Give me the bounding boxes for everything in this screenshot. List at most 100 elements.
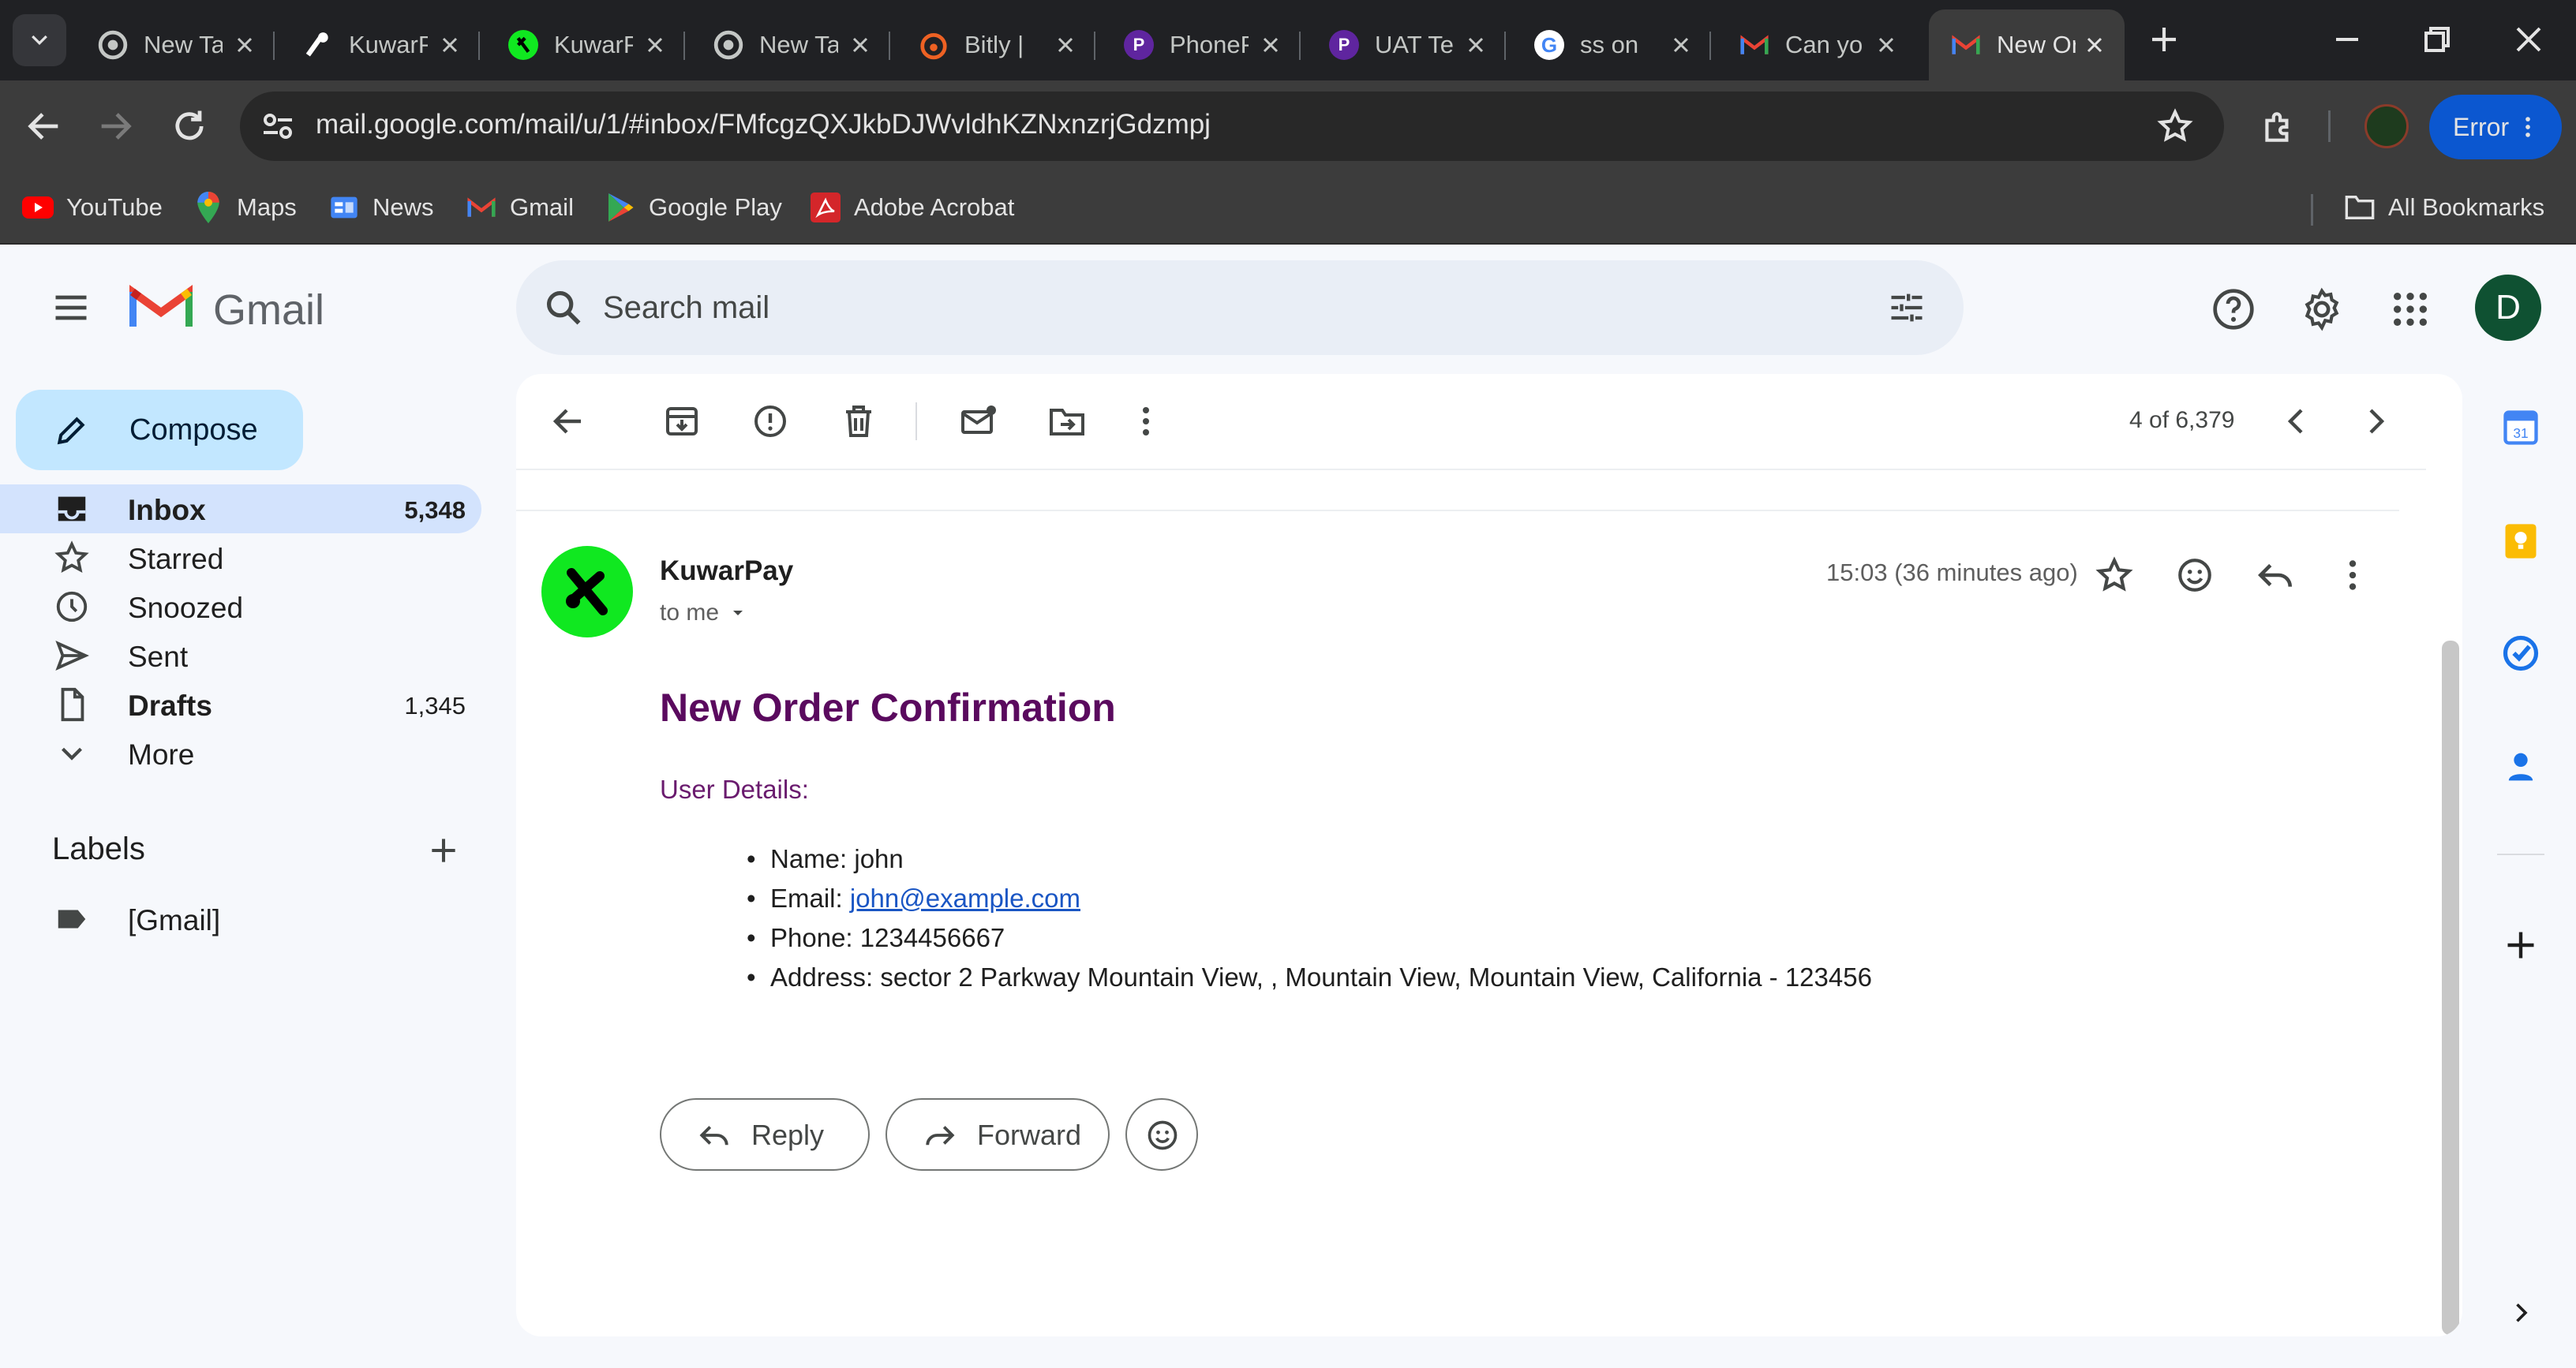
move-to-folder-icon[interactable] [1048, 402, 1086, 440]
archive-icon[interactable] [663, 402, 701, 440]
reload-icon[interactable] [169, 106, 210, 147]
sidebar-item-gmail-label[interactable]: [Gmail] [0, 895, 481, 944]
bookmark-adobe-acrobat[interactable]: Adobe Acrobat [810, 188, 1014, 227]
close-icon[interactable] [1672, 36, 1690, 54]
emoji-reaction-icon[interactable] [2175, 555, 2215, 595]
star-icon[interactable] [2095, 555, 2134, 595]
apps-grid-icon[interactable] [2388, 287, 2432, 331]
minimize-icon[interactable] [2328, 21, 2366, 58]
get-addons-plus-icon[interactable] [2499, 923, 2543, 967]
tasks-icon[interactable] [2499, 631, 2543, 675]
close-icon[interactable] [646, 36, 665, 54]
tab-new-tab-1[interactable]: New Tab [76, 9, 275, 80]
close-window-icon[interactable] [2510, 21, 2548, 58]
expand-side-panel-chevron-icon[interactable] [2499, 1291, 2543, 1335]
settings-gear-icon[interactable] [2300, 287, 2344, 331]
close-icon[interactable] [1877, 36, 1896, 54]
restore-icon[interactable] [2418, 21, 2456, 58]
tab-separator [1299, 32, 1301, 60]
tab-new-tab-2[interactable]: New Tab [691, 9, 890, 80]
main-menu-icon[interactable] [51, 287, 92, 328]
bookmark-maps[interactable]: Maps [193, 188, 297, 227]
bookmark-star-icon[interactable] [2156, 107, 2194, 145]
compose-button[interactable]: Compose [16, 390, 303, 470]
reply-button[interactable]: Reply [660, 1098, 870, 1171]
side-panel-separator [2497, 854, 2544, 855]
extension-avatar-icon[interactable] [2364, 104, 2409, 148]
address-bar[interactable]: mail.google.com/mail/u/1/#inbox/FMfcgzQX… [240, 92, 2224, 161]
site-info-icon[interactable] [259, 107, 297, 145]
more-vert-icon [2525, 117, 2530, 137]
close-icon[interactable] [440, 36, 459, 54]
tab-separator [273, 32, 275, 60]
all-bookmarks-button[interactable]: All Bookmarks [2344, 188, 2544, 227]
help-icon[interactable] [2211, 287, 2256, 331]
search-bar[interactable]: Search mail [516, 260, 1964, 355]
tab-uat-test[interactable]: P UAT Test [1307, 9, 1506, 80]
gmail-logo-icon[interactable] [129, 281, 193, 331]
add-label-plus-icon[interactable] [426, 833, 461, 868]
keep-notes-icon[interactable] [2499, 519, 2543, 563]
bitly-icon [919, 30, 949, 60]
sidebar-item-drafts[interactable]: Drafts 1,345 [0, 680, 481, 729]
sidebar-item-label: Sent [128, 641, 189, 673]
bookmark-gmail[interactable]: Gmail [466, 188, 574, 227]
search-options-tune-icon[interactable] [1886, 287, 1927, 328]
tab-title: PhonePe [1170, 31, 1249, 58]
bookmark-label: All Bookmarks [2388, 193, 2545, 221]
tab-kuwarpay-1[interactable]: KuwarPay [281, 9, 480, 80]
newer-chevron-left-icon[interactable] [2278, 402, 2316, 440]
sidebar-item-sent[interactable]: Sent [0, 631, 481, 680]
account-avatar[interactable]: D [2475, 275, 2541, 341]
bookmark-google-play[interactable]: Google Play [605, 188, 782, 227]
profile-error-button[interactable]: Error [2429, 95, 2562, 159]
forward-button[interactable]: Forward [886, 1098, 1110, 1171]
close-icon[interactable] [2085, 36, 2104, 54]
close-icon[interactable] [235, 36, 254, 54]
bookmark-youtube[interactable]: YouTube [22, 188, 163, 227]
more-vert-icon[interactable] [1127, 402, 1165, 440]
browser-tab-strip: New Tab KuwarPay KuwarPay New Tab Bitly … [0, 0, 2576, 80]
close-icon[interactable] [1261, 36, 1280, 54]
recipient-details-toggle[interactable]: to me [660, 600, 747, 626]
email-link[interactable]: john@example.com [850, 884, 1080, 913]
forward-arrow-icon[interactable] [95, 106, 136, 147]
bookmark-news[interactable]: News [328, 188, 434, 227]
extensions-puzzle-icon[interactable] [2259, 107, 2298, 147]
sidebar-item-inbox[interactable]: Inbox 5,348 [0, 484, 481, 533]
close-icon[interactable] [1466, 36, 1485, 54]
toolbar-separator [915, 402, 917, 440]
delete-trash-icon[interactable] [840, 402, 878, 440]
search-input[interactable]: Search mail [603, 290, 769, 326]
reply-icon[interactable] [2256, 555, 2295, 595]
sidebar-item-starred[interactable]: Starred [0, 533, 481, 582]
new-tab-plus-icon[interactable] [2148, 24, 2180, 55]
tab-kuwarpay-2[interactable]: KuwarPay [486, 9, 685, 80]
report-spam-icon[interactable] [751, 402, 789, 440]
compose-label: Compose [129, 413, 258, 447]
labels-heading: Labels [52, 832, 145, 866]
sidebar-item-label: Inbox [128, 494, 206, 526]
close-icon[interactable] [851, 36, 870, 54]
tab-bitly[interactable]: Bitly | [897, 9, 1095, 80]
contacts-icon[interactable] [2499, 745, 2543, 789]
scrollbar[interactable] [2442, 641, 2459, 1335]
tab-search-button[interactable] [13, 14, 66, 66]
more-vert-icon[interactable] [2333, 555, 2372, 595]
tab-gmail-can-you[interactable]: Can you [1717, 9, 1916, 80]
sidebar-item-snoozed[interactable]: Snoozed [0, 582, 481, 631]
pencil-icon [57, 417, 85, 445]
tab-google-search[interactable]: G ss on [1512, 9, 1711, 80]
sidebar-item-more[interactable]: More [0, 729, 481, 778]
search-icon[interactable] [543, 287, 584, 328]
back-to-inbox-arrow-icon[interactable] [549, 402, 587, 440]
tab-phonepe[interactable]: P PhonePe [1102, 9, 1301, 80]
emoji-react-button[interactable] [1125, 1098, 1198, 1171]
tab-gmail-new-order[interactable]: New Order [1929, 9, 2125, 80]
mark-unread-icon[interactable] [960, 402, 998, 440]
close-icon[interactable] [1056, 36, 1075, 54]
back-arrow-icon[interactable] [24, 106, 65, 147]
older-chevron-right-icon[interactable] [2357, 402, 2394, 440]
calendar-icon[interactable]: 31 [2499, 406, 2543, 450]
url-text[interactable]: mail.google.com/mail/u/1/#inbox/FMfcgzQX… [316, 109, 1211, 140]
